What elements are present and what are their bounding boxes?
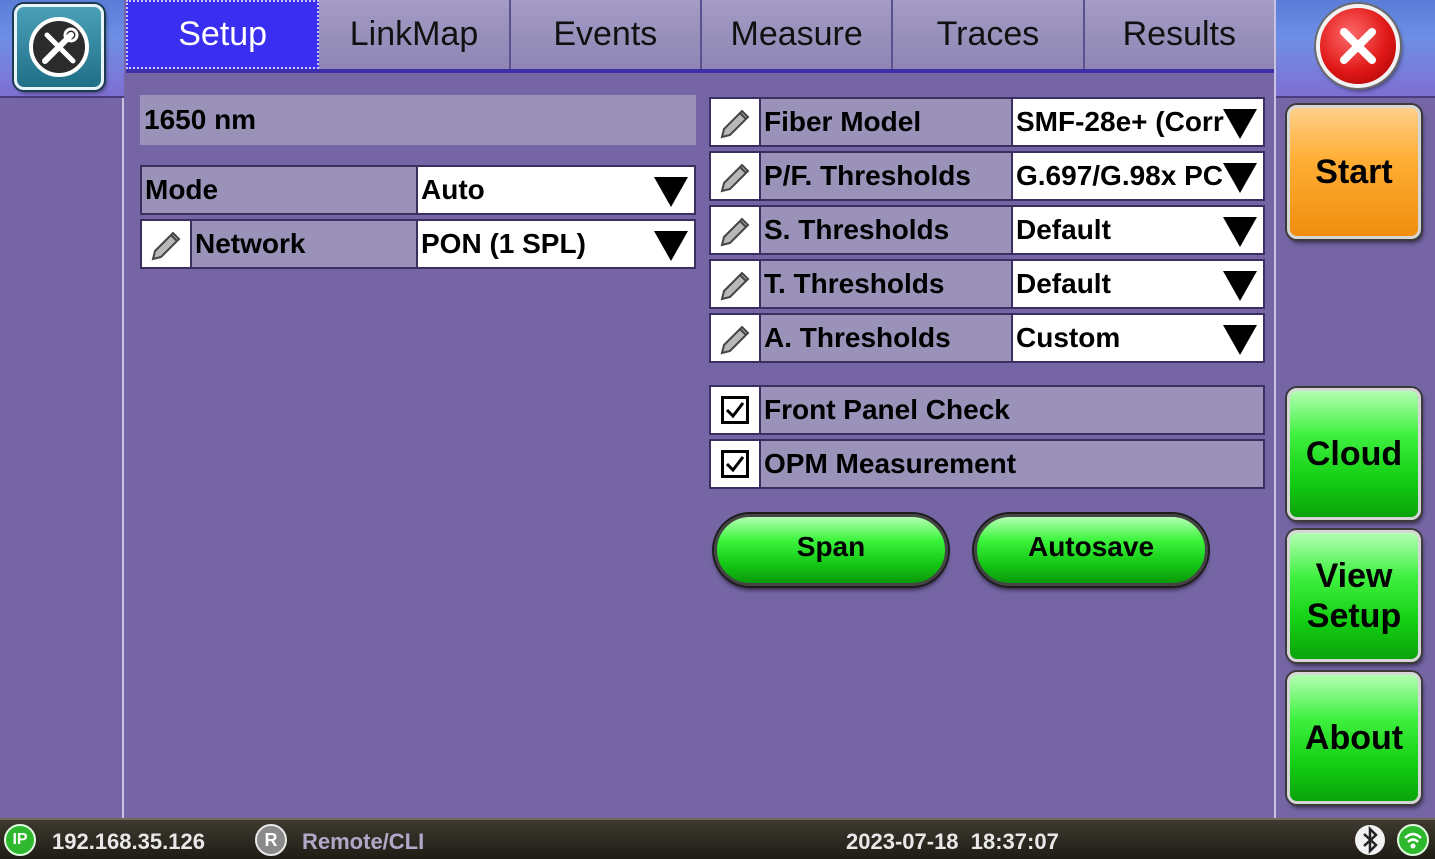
opm-measurement-label: OPM Measurement bbox=[759, 439, 1265, 489]
fiber-model-edit-button[interactable] bbox=[709, 97, 759, 147]
about-button[interactable]: About bbox=[1287, 672, 1421, 804]
pf-thresholds-value: G.697/G.98x PC bbox=[1016, 160, 1224, 191]
network-dropdown[interactable]: PON (1 SPL) bbox=[418, 219, 696, 269]
chevron-down-icon bbox=[1223, 325, 1257, 355]
s-thresholds-label: S. Thresholds bbox=[759, 205, 1013, 255]
front-panel-check-checkbox[interactable] bbox=[721, 396, 749, 424]
remote-cli-status: Remote/CLI bbox=[302, 829, 425, 854]
mode-dropdown[interactable]: Auto bbox=[418, 165, 696, 215]
a-thresholds-label: A. Thresholds bbox=[759, 313, 1013, 363]
left-panel bbox=[0, 0, 124, 818]
remote-badge: R bbox=[255, 824, 287, 856]
pencil-icon bbox=[720, 109, 750, 139]
t-thresholds-dropdown[interactable]: Default bbox=[1013, 259, 1265, 309]
t-thresholds-label: T. Thresholds bbox=[759, 259, 1013, 309]
pencil-icon bbox=[151, 231, 181, 261]
front-panel-check-label: Front Panel Check bbox=[759, 385, 1265, 435]
fiber-model-value: SMF-28e+ (Corr bbox=[1016, 106, 1224, 137]
status-bar: IP 192.168.35.126 R Remote/CLI 2023-07-1… bbox=[0, 818, 1435, 859]
tab-linkmap[interactable]: LinkMap bbox=[319, 0, 511, 69]
chevron-down-icon bbox=[1223, 109, 1257, 139]
autosave-button[interactable]: Autosave bbox=[974, 514, 1208, 586]
t-thresholds-value: Default bbox=[1016, 268, 1111, 299]
network-edit-button[interactable] bbox=[140, 219, 190, 269]
tools-button[interactable] bbox=[14, 4, 104, 90]
network-label: Network bbox=[190, 219, 418, 269]
cloud-button[interactable]: Cloud bbox=[1287, 388, 1421, 520]
ip-address: 192.168.35.126 bbox=[52, 829, 205, 854]
tab-measure[interactable]: Measure bbox=[701, 0, 894, 69]
mode-label: Mode bbox=[140, 165, 418, 215]
tools-icon bbox=[29, 17, 89, 77]
chevron-down-icon bbox=[1223, 217, 1257, 247]
pf-thresholds-row: P/F. Thresholds G.697/G.98x PC bbox=[709, 151, 1265, 201]
close-button[interactable] bbox=[1316, 4, 1400, 88]
tab-traces[interactable]: Traces bbox=[893, 0, 1085, 69]
start-button[interactable]: Start bbox=[1287, 105, 1421, 239]
fiber-model-dropdown[interactable]: SMF-28e+ (Corr bbox=[1013, 97, 1265, 147]
a-thresholds-value: Custom bbox=[1016, 322, 1121, 353]
a-thresholds-row: A. Thresholds Custom bbox=[709, 313, 1265, 363]
close-icon bbox=[1340, 28, 1376, 64]
a-thresholds-dropdown[interactable]: Custom bbox=[1013, 313, 1265, 363]
opm-measurement-checkbox-cell[interactable] bbox=[709, 439, 759, 489]
a-thresholds-edit-button[interactable] bbox=[709, 313, 759, 363]
chevron-down-icon bbox=[654, 177, 688, 207]
network-row: Network PON (1 SPL) bbox=[140, 219, 696, 269]
mode-value: Auto bbox=[421, 174, 485, 205]
datetime: 2023-07-18 18:37:07 bbox=[846, 829, 1059, 854]
fiber-model-row: Fiber Model SMF-28e+ (Corr bbox=[709, 97, 1265, 147]
pencil-icon bbox=[720, 271, 750, 301]
chevron-down-icon bbox=[1223, 163, 1257, 193]
s-thresholds-value: Default bbox=[1016, 214, 1111, 245]
chevron-down-icon bbox=[1223, 271, 1257, 301]
tab-results[interactable]: Results bbox=[1084, 0, 1274, 69]
pf-thresholds-edit-button[interactable] bbox=[709, 151, 759, 201]
fiber-model-label: Fiber Model bbox=[759, 97, 1013, 147]
mode-row: Mode Auto bbox=[140, 165, 696, 215]
opm-measurement-row[interactable]: OPM Measurement bbox=[709, 439, 1265, 489]
t-thresholds-edit-button[interactable] bbox=[709, 259, 759, 309]
tab-events[interactable]: Events bbox=[510, 0, 702, 69]
s-thresholds-dropdown[interactable]: Default bbox=[1013, 205, 1265, 255]
t-thresholds-row: T. Thresholds Default bbox=[709, 259, 1265, 309]
span-button[interactable]: Span bbox=[714, 514, 948, 586]
pf-thresholds-dropdown[interactable]: G.697/G.98x PC bbox=[1013, 151, 1265, 201]
pencil-icon bbox=[720, 163, 750, 193]
view-setup-label-line1: View bbox=[1315, 557, 1393, 595]
network-value: PON (1 SPL) bbox=[421, 228, 586, 259]
wifi-icon bbox=[1397, 824, 1429, 856]
opm-measurement-checkbox[interactable] bbox=[721, 450, 749, 478]
checkmark-icon bbox=[725, 456, 745, 473]
view-setup-label-line2: Setup bbox=[1306, 597, 1402, 635]
front-panel-check-row[interactable]: Front Panel Check bbox=[709, 385, 1265, 435]
pencil-icon bbox=[720, 325, 750, 355]
wavelength-label: 1650 nm bbox=[140, 95, 696, 145]
front-panel-check-checkbox-cell[interactable] bbox=[709, 385, 759, 435]
pf-thresholds-label: P/F. Thresholds bbox=[759, 151, 1013, 201]
tab-setup[interactable]: Setup bbox=[126, 0, 320, 69]
pencil-icon bbox=[720, 217, 750, 247]
s-thresholds-edit-button[interactable] bbox=[709, 205, 759, 255]
tab-bar: Setup LinkMap Events Measure Traces Resu… bbox=[126, 0, 1274, 73]
bluetooth-icon bbox=[1355, 825, 1385, 855]
s-thresholds-row: S. Thresholds Default bbox=[709, 205, 1265, 255]
chevron-down-icon bbox=[654, 231, 688, 261]
view-setup-button[interactable]: View Setup bbox=[1287, 530, 1421, 662]
ip-badge: IP bbox=[4, 824, 36, 856]
checkmark-icon bbox=[725, 402, 745, 419]
